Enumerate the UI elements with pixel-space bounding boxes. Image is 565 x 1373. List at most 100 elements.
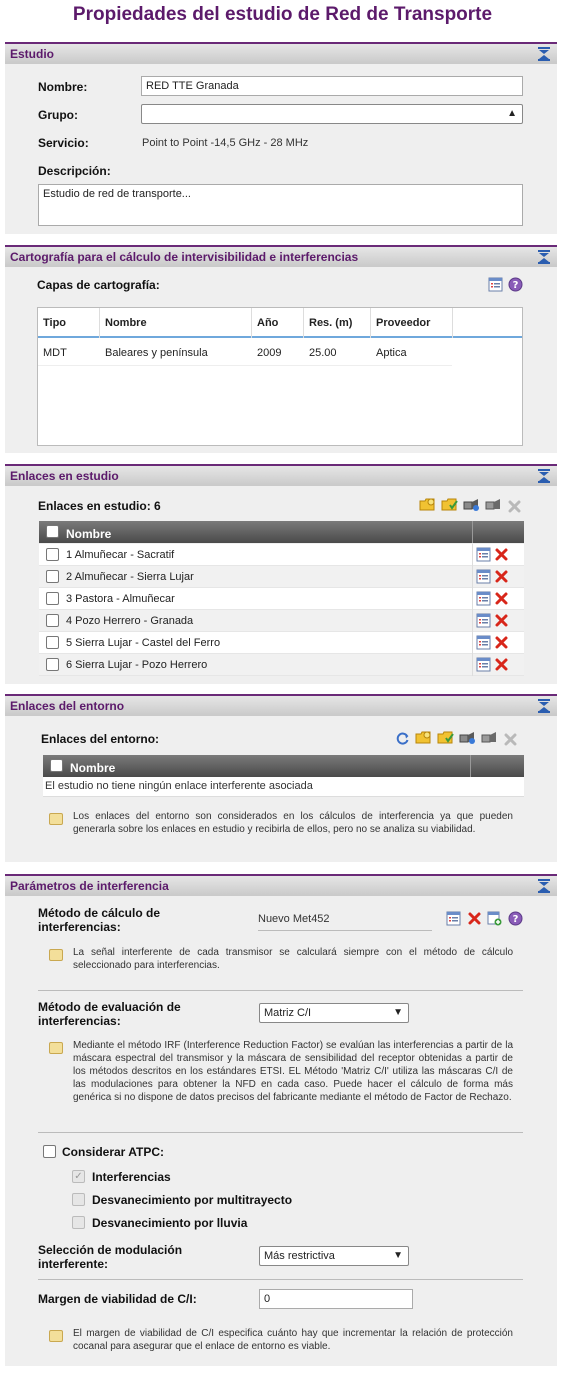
- chevron-down-icon: ▼: [393, 1250, 403, 1261]
- row-checkbox[interactable]: [46, 570, 59, 583]
- atpc-multitrayecto-label: Desvanecimiento por multitrayecto: [92, 1193, 293, 1207]
- enlaces-grid-header: Nombre: [39, 521, 524, 543]
- metodo-eval-select-value: Matriz C/I: [264, 1007, 312, 1019]
- edit-list-icon[interactable]: [476, 569, 491, 584]
- enlace-name: 1 Almuñecar - Sacratif: [66, 549, 175, 561]
- panel-cartografia-title: Cartografía para el cálculo de intervisi…: [10, 250, 359, 264]
- open-folder-icon[interactable]: [419, 497, 436, 512]
- capas-label: Capas de cartografía:: [37, 278, 160, 292]
- list-item[interactable]: 2 Almuñecar - Sierra Lujar: [39, 566, 524, 588]
- list-item[interactable]: 6 Sierra Lujar - Pozo Herrero: [39, 654, 524, 676]
- panel-cartografia-header: Cartografía para el cálculo de intervisi…: [5, 245, 557, 267]
- open-folder-icon[interactable]: [415, 730, 432, 745]
- delete-icon[interactable]: [494, 569, 509, 584]
- descripcion-textarea[interactable]: Estudio de red de transporte...: [38, 184, 523, 226]
- delete-icon[interactable]: [467, 911, 482, 926]
- select-all-checkbox[interactable]: [50, 759, 63, 772]
- link-icon[interactable]: [463, 497, 480, 512]
- edit-list-icon[interactable]: [476, 547, 491, 562]
- link-remove-icon[interactable]: [481, 730, 498, 745]
- add-method-icon[interactable]: [487, 911, 502, 926]
- panel-estudio-header: Estudio: [5, 42, 557, 64]
- list-item[interactable]: 4 Pozo Herrero - Granada: [39, 610, 524, 632]
- row-checkbox[interactable]: [46, 614, 59, 627]
- row-checkbox[interactable]: [46, 658, 59, 671]
- modulacion-select[interactable]: Más restrictiva ▼: [259, 1246, 409, 1266]
- delete-icon[interactable]: [494, 657, 509, 672]
- collapse-icon[interactable]: [537, 469, 551, 483]
- delete-icon[interactable]: [494, 613, 509, 628]
- row-checkbox[interactable]: [46, 548, 59, 561]
- panel-enlaces-estudio-title: Enlaces en estudio: [10, 469, 119, 483]
- metodo-calculo-underline: [258, 930, 432, 931]
- atpc-interferencias-label: Interferencias: [92, 1170, 171, 1184]
- list-item[interactable]: 3 Pastora - Almuñecar: [39, 588, 524, 610]
- collapse-icon[interactable]: [537, 250, 551, 264]
- link-remove-icon[interactable]: [485, 497, 502, 512]
- help-icon[interactable]: [508, 911, 523, 926]
- grupo-select[interactable]: ▲: [141, 104, 523, 124]
- servicio-label: Servicio:: [38, 136, 89, 150]
- collapse-icon[interactable]: [537, 879, 551, 893]
- table-row[interactable]: MDT Baleares y península 2009 25.00 Apti…: [38, 340, 452, 366]
- nombre-label: Nombre:: [38, 80, 88, 94]
- col-res: Res. (m): [309, 317, 353, 329]
- metodo-calculo-label: Método de cálculo de interferencias:: [38, 906, 161, 934]
- entorno-empty-text: El estudio no tiene ningún enlace interf…: [45, 780, 313, 792]
- row-checkbox[interactable]: [46, 636, 59, 649]
- list-item[interactable]: 1 Almuñecar - Sacratif: [39, 544, 524, 566]
- edit-list-icon[interactable]: [476, 591, 491, 606]
- panel-estudio: Estudio Nombre: RED TTE Granada Grupo: ▲…: [5, 42, 557, 234]
- enlaces-count-label: Enlaces en estudio: 6: [38, 499, 161, 513]
- margen-note: El margen de viabilidad de C/I especific…: [73, 1328, 513, 1352]
- entorno-note: Los enlaces del entorno son considerados…: [73, 811, 513, 835]
- folder-check-icon[interactable]: [441, 497, 458, 512]
- divider: [38, 1279, 523, 1280]
- enlace-name: 5 Sierra Lujar - Castel del Ferro: [66, 637, 221, 649]
- link-icon[interactable]: [459, 730, 476, 745]
- edit-list-icon[interactable]: [476, 635, 491, 650]
- panel-enlaces-entorno-header: Enlaces del entorno: [5, 694, 557, 716]
- enlace-name: 2 Almuñecar - Sierra Lujar: [66, 571, 194, 583]
- metodo-eval-select[interactable]: Matriz C/I ▼: [259, 1003, 409, 1023]
- edit-list-icon[interactable]: [476, 613, 491, 628]
- atpc-label: Considerar ATPC:: [62, 1145, 165, 1159]
- delete-icon[interactable]: [494, 547, 509, 562]
- delete-icon[interactable]: [494, 591, 509, 606]
- atpc-checkbox[interactable]: [43, 1145, 56, 1158]
- help-icon[interactable]: [508, 277, 523, 292]
- delete-icon[interactable]: [494, 635, 509, 650]
- grupo-label: Grupo:: [38, 108, 78, 122]
- metodo-calculo-note: La señal interferente de cada transmisor…: [73, 947, 513, 971]
- edit-list-icon[interactable]: [476, 657, 491, 672]
- panel-enlaces-estudio: Enlaces en estudio Enlaces en estudio: 6…: [5, 464, 557, 684]
- delete-disabled-icon: [507, 499, 522, 514]
- nombre-input[interactable]: RED TTE Granada: [141, 76, 523, 96]
- list-icon[interactable]: [488, 277, 503, 292]
- panel-enlaces-estudio-header: Enlaces en estudio: [5, 464, 557, 486]
- list-icon[interactable]: [446, 911, 461, 926]
- margen-input[interactable]: 0: [259, 1289, 413, 1309]
- atpc-lluvia-checkbox[interactable]: [72, 1216, 85, 1229]
- select-all-checkbox[interactable]: [46, 525, 59, 538]
- entorno-grid-header: Nombre: [43, 755, 524, 777]
- divider: [38, 1132, 523, 1133]
- folder-check-icon[interactable]: [437, 730, 454, 745]
- panel-cartografia: Cartografía para el cálculo de intervisi…: [5, 245, 557, 453]
- refresh-icon[interactable]: [395, 731, 410, 746]
- collapse-icon[interactable]: [537, 699, 551, 713]
- metodo-calculo-value: Nuevo Met452: [258, 913, 330, 925]
- atpc-multitrayecto-checkbox[interactable]: [72, 1193, 85, 1206]
- collapse-icon[interactable]: [537, 47, 551, 61]
- col-proveedor: Proveedor: [376, 317, 431, 329]
- atpc-interferencias-checkbox[interactable]: ✓: [72, 1170, 85, 1183]
- panel-enlaces-entorno-title: Enlaces del entorno: [10, 699, 125, 713]
- panel-estudio-title: Estudio: [10, 47, 54, 61]
- capas-table: Tipo Nombre Año Res. (m) Proveedor MDT B…: [37, 307, 523, 446]
- entorno-empty-row: El estudio no tiene ningún enlace interf…: [43, 777, 524, 797]
- atpc-lluvia-label: Desvanecimiento por lluvia: [92, 1216, 248, 1230]
- list-item[interactable]: 5 Sierra Lujar - Castel del Ferro: [39, 632, 524, 654]
- row-checkbox[interactable]: [46, 592, 59, 605]
- panel-enlaces-entorno: Enlaces del entorno Enlaces del entorno:…: [5, 694, 557, 862]
- note-icon: [49, 1042, 63, 1054]
